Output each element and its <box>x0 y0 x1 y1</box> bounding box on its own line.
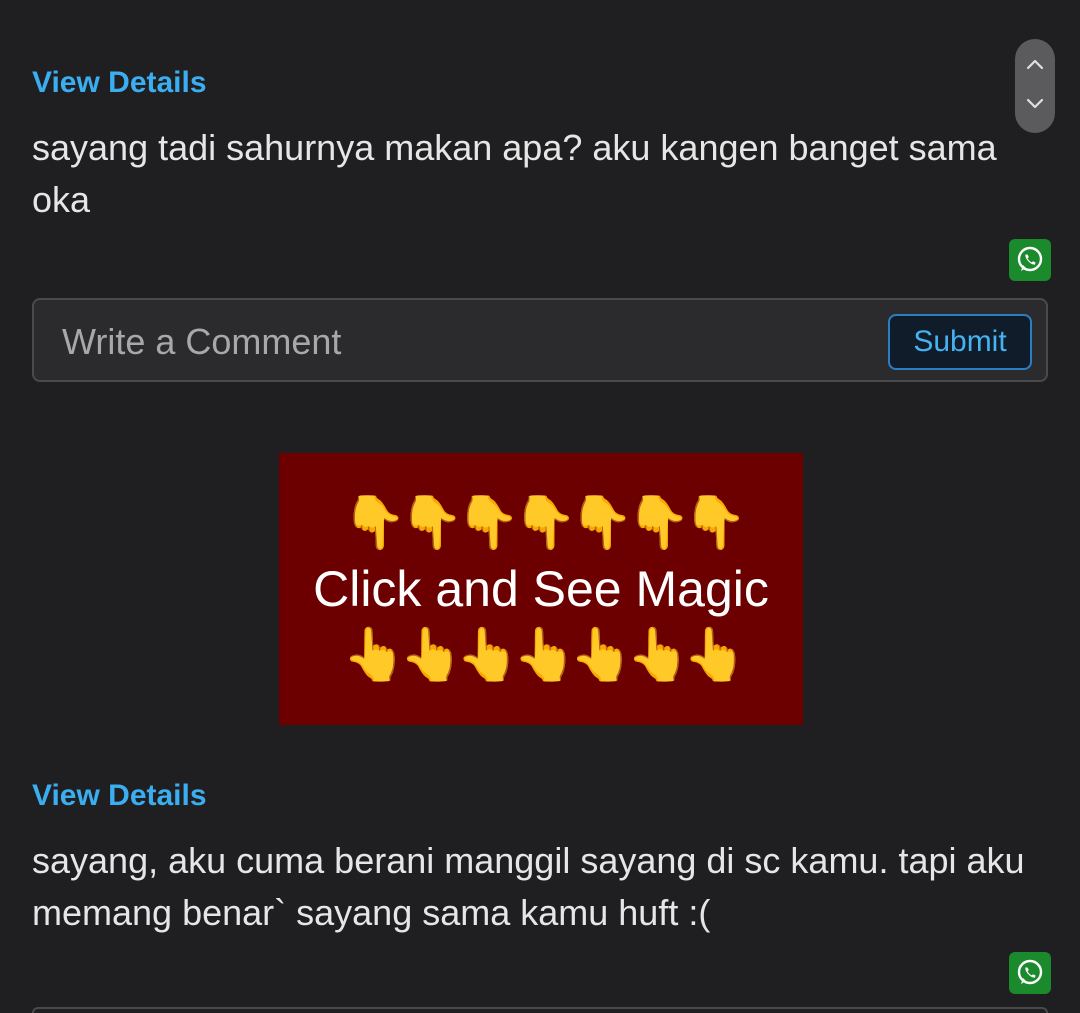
post-1: View Details sayang tadi sahurnya makan … <box>32 66 1050 226</box>
banner-text: Click and See Magic <box>313 561 769 617</box>
comment-input[interactable] <box>60 318 884 366</box>
magic-banner[interactable]: 👇👇👇👇👇👇👇 Click and See Magic 👆👆👆👆👆👆👆 <box>279 453 803 725</box>
pointing-down-hands: 👇👇👇👇👇👇👇 <box>342 493 747 553</box>
view-details-link[interactable]: View Details <box>32 779 1050 813</box>
scroll-widget <box>1015 39 1055 133</box>
view-details-link[interactable]: View Details <box>32 66 1050 100</box>
pointing-up-hands: 👆👆👆👆👆👆👆 <box>342 625 747 685</box>
post-message: sayang, aku cuma berani manggil sayang d… <box>32 840 1025 933</box>
next-comment-box-edge <box>32 1007 1048 1013</box>
comment-box: Submit <box>32 298 1048 382</box>
submit-button[interactable]: Submit <box>888 314 1032 370</box>
whatsapp-icon[interactable] <box>1009 952 1051 994</box>
chevron-down-icon[interactable] <box>1015 81 1055 127</box>
post-2: View Details sayang, aku cuma berani man… <box>32 779 1050 939</box>
post-message: sayang tadi sahurnya makan apa? aku kang… <box>32 127 997 220</box>
whatsapp-icon[interactable] <box>1009 239 1051 281</box>
